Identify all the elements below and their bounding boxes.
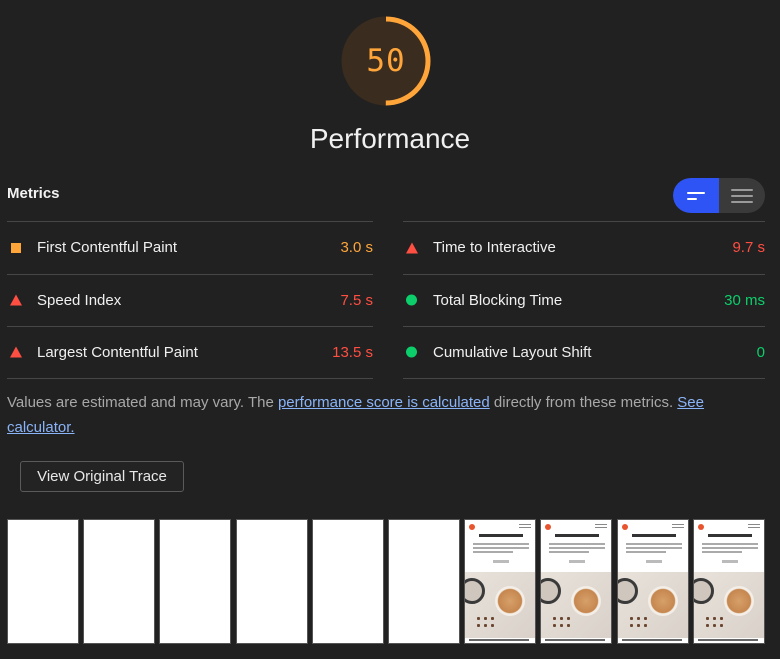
- fail-triangle-icon: [406, 242, 418, 254]
- bars-view-button[interactable]: [673, 178, 719, 213]
- metric-row[interactable]: First Contentful Paint 3.0 s: [7, 221, 373, 274]
- metric-label: Largest Contentful Paint: [37, 343, 198, 361]
- list-view-button[interactable]: [719, 178, 765, 213]
- frame-beans: [628, 615, 648, 629]
- metric-value: 7.5 s: [340, 291, 373, 309]
- frame-l1: [702, 543, 758, 545]
- frame-l2: [473, 547, 529, 549]
- frame-cup: [495, 586, 525, 616]
- footnote-text: Values are estimated and may vary. The: [7, 394, 278, 411]
- fail-triangle-icon: [10, 346, 22, 358]
- frame-l2: [702, 547, 758, 549]
- frame-mini-icons: [672, 524, 684, 528]
- fail-triangle-icon: [10, 294, 22, 306]
- frame-h: [555, 534, 599, 537]
- bars-view-icon-line: [687, 197, 697, 200]
- metrics-column-right: Time to Interactive 9.7 s Total Blocking…: [403, 221, 765, 379]
- frame-h: [479, 534, 523, 537]
- metric-value: 13.5 s: [332, 343, 373, 361]
- frame-l1: [549, 543, 605, 545]
- list-view-icon: [731, 188, 753, 191]
- metrics-column-left: First Contentful Paint 3.0 s Speed Index…: [7, 221, 373, 379]
- metric-value: 9.7 s: [732, 239, 765, 257]
- view-original-trace-button[interactable]: View Original Trace: [20, 461, 184, 492]
- footnote-text: directly from these metrics.: [489, 394, 678, 411]
- bars-view-icon: [687, 191, 705, 194]
- filmstrip-frame: [83, 519, 155, 644]
- frame-btn: [722, 560, 738, 563]
- frame-h: [632, 534, 676, 537]
- frame-cup: [571, 586, 601, 616]
- frame-cap: [545, 639, 605, 641]
- metrics-view-toggle[interactable]: [673, 178, 765, 213]
- metric-value: 3.0 s: [340, 239, 373, 257]
- average-square-icon: [11, 242, 21, 253]
- list-view-icon-line: [731, 200, 753, 203]
- performance-gauge: 50: [340, 15, 432, 107]
- metric-label: Cumulative Layout Shift: [433, 343, 592, 361]
- frame-mini-icons: [748, 524, 760, 528]
- frame-btn: [493, 560, 509, 563]
- metrics-heading: Metrics: [7, 185, 60, 202]
- frame-dot: [622, 524, 628, 530]
- filmstrip-frame: [236, 519, 308, 644]
- frame-mini-icons: [519, 524, 531, 528]
- frame-l3: [702, 551, 742, 553]
- frame-l3: [549, 551, 589, 553]
- pass-circle-icon: [406, 294, 417, 306]
- filmstrip-frame: [388, 519, 460, 644]
- score-value: 50: [366, 43, 406, 79]
- frame-cap: [698, 639, 758, 641]
- metric-row[interactable]: Speed Index 7.5 s: [7, 273, 373, 327]
- frame-dot: [698, 524, 704, 530]
- filmstrip-frame: [693, 519, 765, 644]
- pass-circle-icon: [406, 346, 417, 358]
- filmstrip-frame: [540, 519, 612, 644]
- frame-l2: [626, 547, 682, 549]
- frame-dot: [545, 524, 551, 530]
- frame-btn: [646, 560, 662, 563]
- frame-beans: [704, 615, 724, 629]
- frame-cap: [469, 639, 529, 641]
- frame-h: [708, 534, 752, 537]
- filmstrip-frame: [617, 519, 689, 644]
- frame-cup: [724, 586, 754, 616]
- list-view-icon-line: [731, 194, 753, 197]
- metric-row[interactable]: Time to Interactive 9.7 s: [403, 221, 765, 274]
- frame-btn: [569, 560, 585, 563]
- frame-beans: [551, 615, 571, 629]
- score-calculation-link[interactable]: performance score is calculated: [278, 394, 490, 411]
- frame-l3: [473, 551, 513, 553]
- frame-beans: [475, 615, 495, 629]
- metric-label: Time to Interactive: [433, 239, 556, 257]
- frame-cap: [622, 639, 682, 641]
- metric-row[interactable]: Largest Contentful Paint 13.5 s: [7, 326, 373, 379]
- gauge-title: Performance: [309, 123, 471, 154]
- metric-row[interactable]: Total Blocking Time 30 ms: [403, 273, 765, 327]
- frame-l2: [549, 547, 605, 549]
- frame-dot: [469, 524, 475, 530]
- frame-l3: [626, 551, 666, 553]
- metric-value: 0: [756, 343, 765, 361]
- metric-row[interactable]: Cumulative Layout Shift 0: [403, 326, 765, 379]
- filmstrip-frame: [312, 519, 384, 644]
- filmstrip-frame: [7, 519, 79, 644]
- metric-label: Speed Index: [37, 291, 122, 309]
- metric-label: First Contentful Paint: [37, 239, 178, 257]
- frame-cup: [648, 586, 678, 616]
- frame-l1: [626, 543, 682, 545]
- frame-mini-icons: [595, 524, 607, 528]
- frame-l1: [473, 543, 529, 545]
- metrics-footnote: Values are estimated and may vary. The p…: [7, 390, 747, 440]
- metric-label: Total Blocking Time: [433, 291, 563, 309]
- metric-value: 30 ms: [724, 291, 765, 309]
- filmstrip-frame: [159, 519, 231, 644]
- filmstrip-frame: [464, 519, 536, 644]
